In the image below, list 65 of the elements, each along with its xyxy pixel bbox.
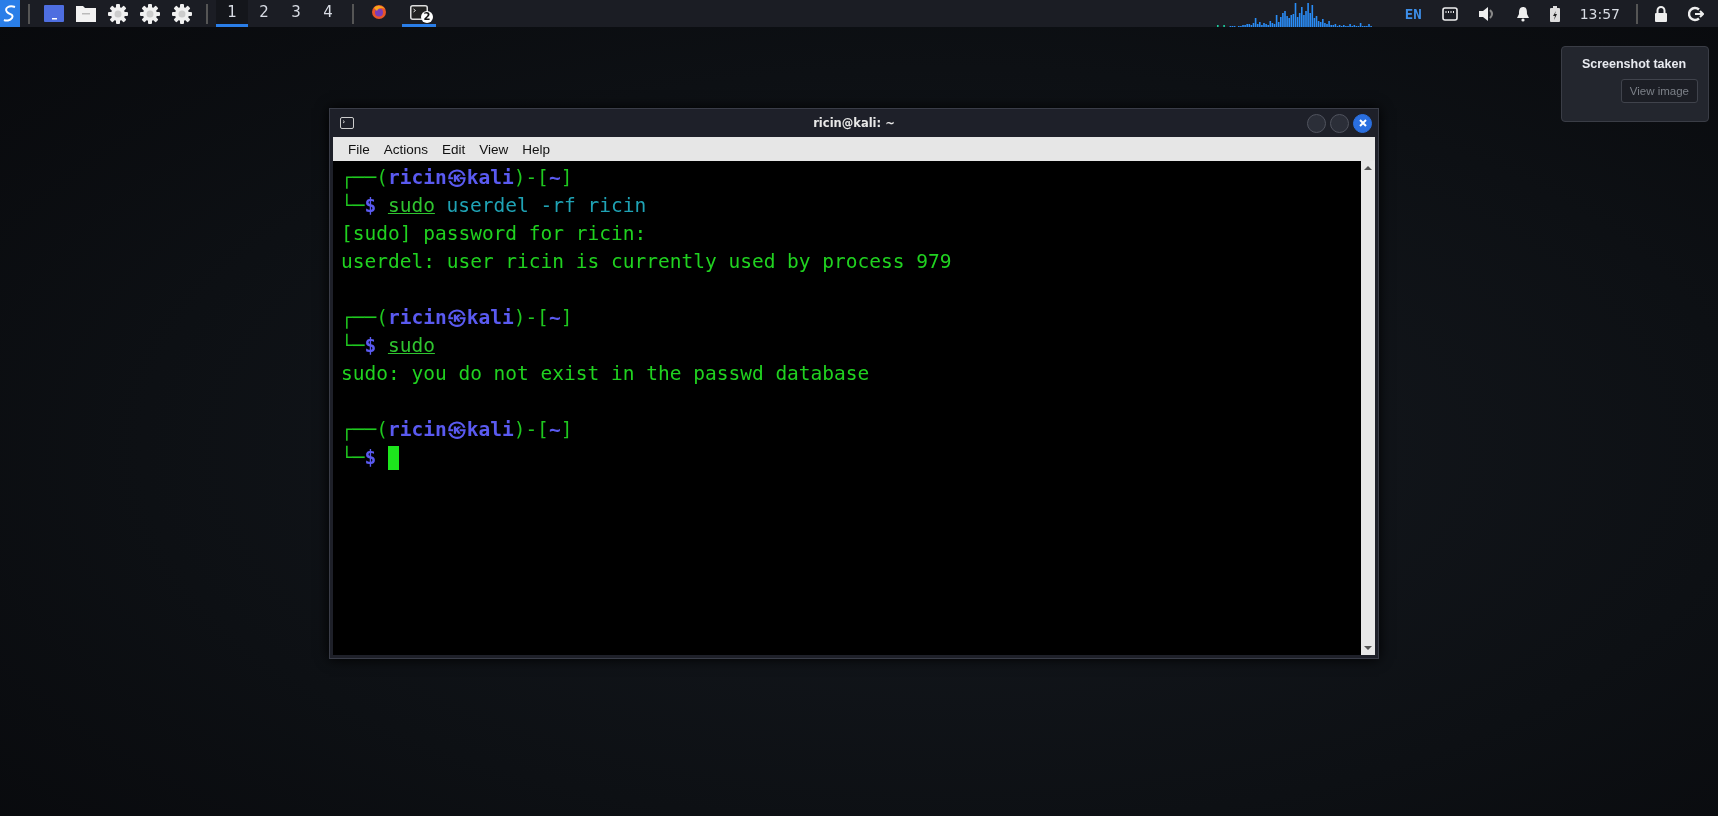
prompt-directory: ~	[548, 165, 561, 191]
gear-icon	[172, 3, 192, 24]
keyboard-layout-indicator[interactable]: EN	[1404, 5, 1422, 22]
terminal-icon	[410, 4, 428, 20]
volume-icon[interactable]	[1477, 5, 1496, 22]
logout-icon[interactable]	[1688, 5, 1704, 22]
terminal-icon	[340, 117, 354, 129]
taskbar-app-button[interactable]: 2	[402, 0, 436, 27]
menu-item[interactable]: Help	[515, 141, 558, 157]
window-count-badge: 2	[421, 11, 433, 23]
workspace-button[interactable]: 2	[248, 0, 280, 27]
command-name: sudo	[387, 193, 435, 219]
workspace-button[interactable]: 4	[312, 0, 344, 27]
close-button[interactable]	[1353, 113, 1372, 133]
prompt-frame: )-[	[513, 416, 549, 444]
prompt-user-host: ricin㉿kali	[387, 417, 514, 443]
prompt-frame: ┌──(	[341, 304, 388, 332]
prompt-frame: └─	[341, 444, 365, 472]
prompt-frame: ]	[560, 416, 573, 444]
menu-item[interactable]: Edit	[435, 141, 473, 157]
prompt-user-host: ricin㉿kali	[387, 165, 514, 191]
menu-item[interactable]: View	[472, 141, 516, 157]
prompt-frame: )-[	[513, 304, 549, 332]
gear-icon	[140, 3, 160, 24]
prompt-frame: ┌──(	[341, 164, 388, 192]
window-title: ricin@kali: ~	[813, 116, 895, 130]
view-image-button[interactable]: View image	[1620, 79, 1698, 103]
browser-icon	[372, 5, 386, 19]
prompt-frame: ]	[560, 304, 573, 332]
command-arguments: userdel -rf ricin	[446, 193, 647, 219]
prompt-symbol: $	[364, 334, 377, 359]
workspace-button[interactable]: 3	[280, 0, 312, 27]
network-icon[interactable]	[1441, 6, 1458, 21]
dragon-icon	[2, 3, 18, 24]
prompt-directory: ~	[548, 417, 561, 443]
close-icon	[1358, 119, 1367, 127]
folder-icon	[76, 5, 96, 22]
prompt-frame: )-[	[513, 164, 549, 192]
menu-item[interactable]: File	[341, 141, 377, 157]
text-cursor	[387, 446, 399, 470]
desktop-icon	[44, 5, 64, 22]
output-line: userdel: user ricin is currently used by process 979	[341, 249, 952, 275]
prompt-frame: ┌──(	[341, 416, 388, 444]
lock-icon[interactable]	[1654, 5, 1668, 22]
prompt-frame: ]	[560, 164, 573, 192]
workspace-button[interactable]: 1	[216, 0, 248, 27]
notification-title: Screenshot taken	[1581, 57, 1687, 71]
command-name: sudo	[387, 333, 435, 359]
prompt-user-host: ricin㉿kali	[387, 305, 514, 331]
prompt-directory: ~	[548, 305, 561, 331]
prompt-symbol: $	[364, 194, 377, 219]
scroll-up-icon[interactable]	[1364, 165, 1372, 171]
kali-menu-button[interactable]	[0, 0, 20, 27]
output-line: sudo: you do not exist in the passwd database	[341, 361, 870, 387]
clock[interactable]: 13:57	[1579, 5, 1620, 22]
prompt-frame: └─	[341, 332, 365, 360]
gear-icon	[108, 3, 128, 24]
prompt-symbol: $	[364, 446, 377, 471]
scrollbar[interactable]	[1361, 161, 1375, 655]
scroll-down-icon[interactable]	[1364, 645, 1372, 651]
battery-charging-icon[interactable]	[1549, 5, 1560, 22]
prompt-frame: └─	[341, 192, 365, 220]
menu-item[interactable]: Actions	[376, 141, 436, 157]
output-line: [sudo] password for ricin:	[341, 221, 647, 247]
bell-icon[interactable]	[1515, 5, 1530, 22]
